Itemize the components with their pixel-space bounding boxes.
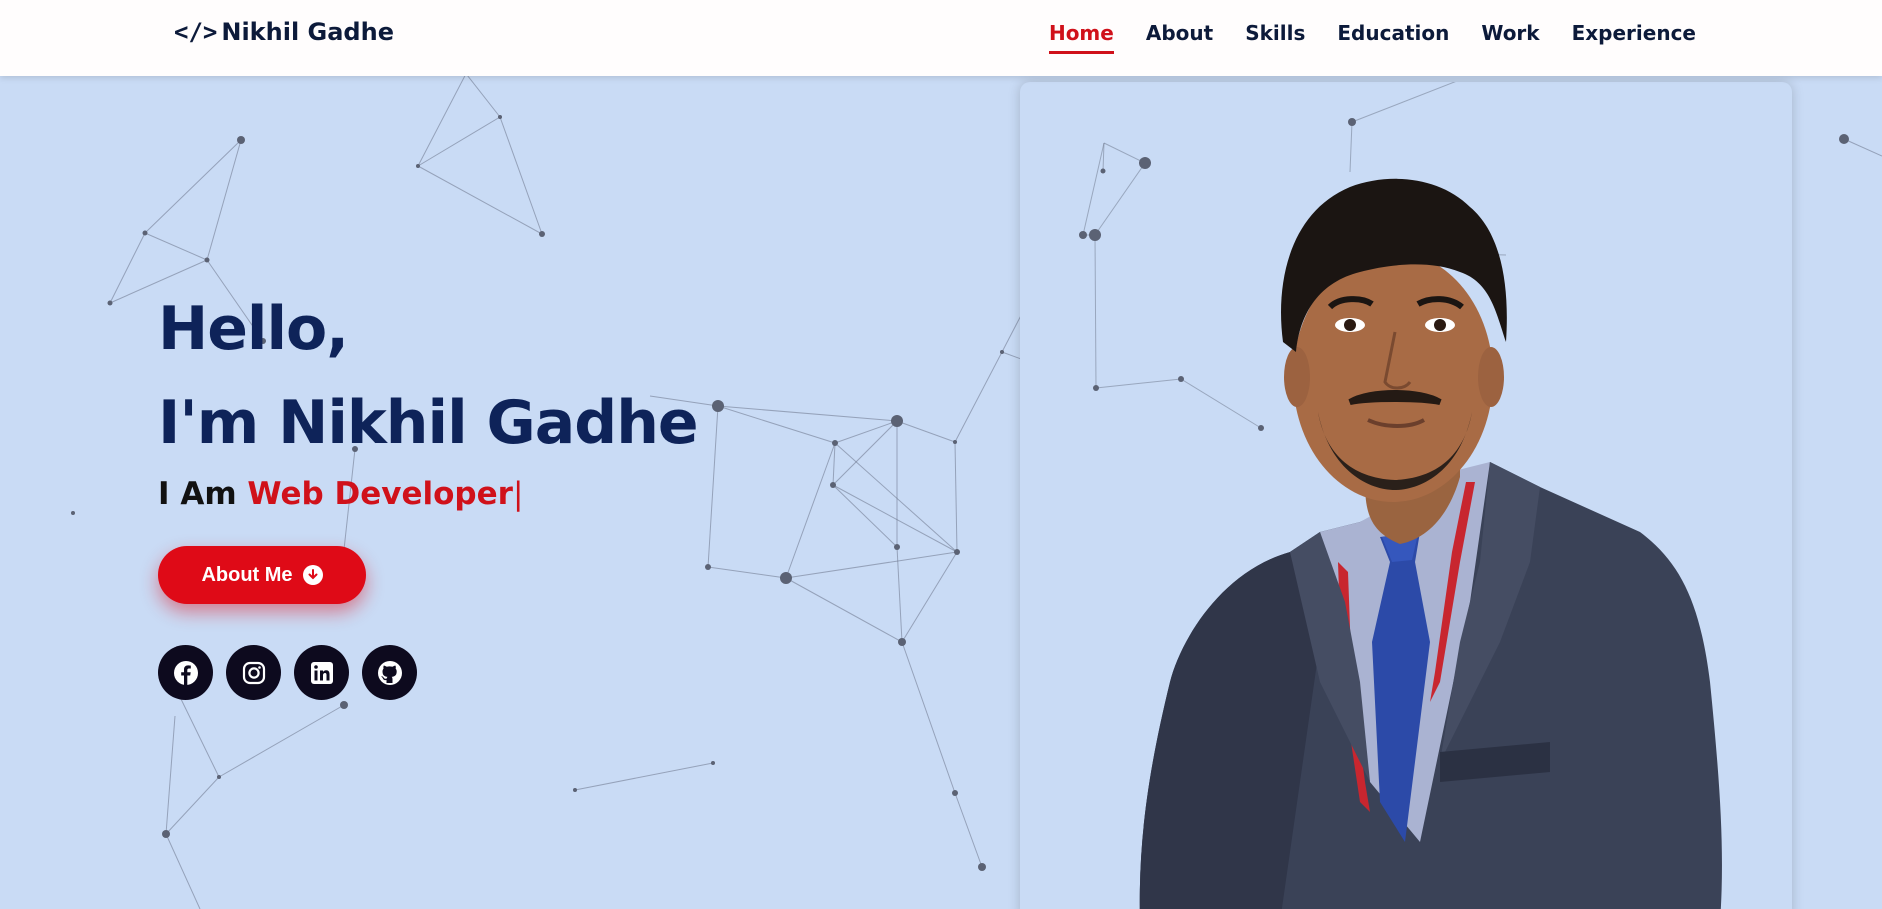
hero-greeting: Hello, <box>158 294 349 364</box>
social-links <box>158 645 417 700</box>
hero-prefix: I Am <box>158 476 237 512</box>
nav-link-work[interactable]: Work <box>1481 21 1539 54</box>
hero-name: I'm Nikhil Gadhe <box>158 388 699 458</box>
arrow-down-circle-icon <box>302 565 323 585</box>
hero-text: Hello, I'm Nikhil Gadhe I Am Web Develop… <box>158 282 699 512</box>
nav-link-about[interactable]: About <box>1146 21 1213 54</box>
instagram-icon[interactable] <box>226 645 281 700</box>
profile-photo-card <box>1020 82 1792 909</box>
brand-name: Nikhil Gadhe <box>221 18 394 46</box>
nav-link-education[interactable]: Education <box>1337 21 1449 54</box>
github-icon[interactable] <box>362 645 417 700</box>
linkedin-icon[interactable] <box>294 645 349 700</box>
typing-caret: | <box>512 476 524 512</box>
nav-link-skills[interactable]: Skills <box>1245 21 1305 54</box>
brand-logo[interactable]: </> Nikhil Gadhe <box>174 18 394 46</box>
profile-photo <box>1079 82 1722 909</box>
nav-link-home[interactable]: Home <box>1048 21 1114 54</box>
site-header: </> Nikhil Gadhe Home About Skills Educa… <box>0 0 1882 76</box>
code-icon: </> <box>174 18 218 46</box>
nav-link-experience[interactable]: Experience <box>1572 21 1696 54</box>
facebook-icon[interactable] <box>158 645 213 700</box>
about-me-label: About Me <box>201 563 293 586</box>
hero-role: Web Developer <box>247 476 513 512</box>
hero-subline: I Am Web Developer| <box>158 476 698 512</box>
about-me-button[interactable]: About Me <box>158 546 366 604</box>
main-nav: Home About Skills Education Work Experie… <box>1048 21 1696 54</box>
